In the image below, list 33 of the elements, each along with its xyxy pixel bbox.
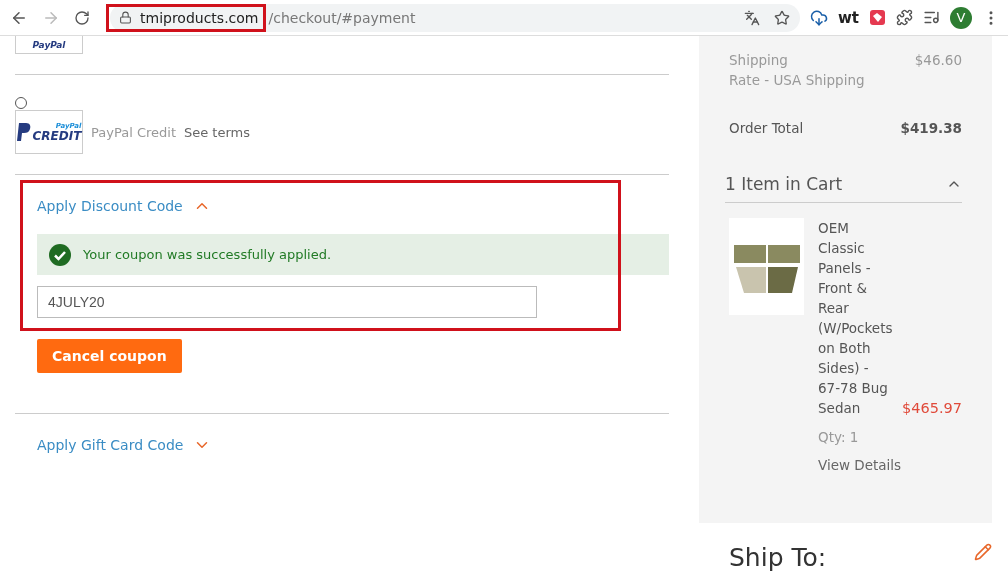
check-circle-icon (49, 243, 71, 266)
lock-icon (119, 11, 132, 24)
paypal-logo: PayPal (15, 36, 83, 54)
summary-label: Shipping (729, 51, 789, 70)
summary-value: $46.60 (914, 51, 962, 70)
reload-icon (74, 9, 90, 26)
gift-card-toggle[interactable]: Apply Gift Card Code (37, 436, 212, 454)
message-text: Your coupon was successfully applied. (83, 247, 332, 262)
summary-value: $419.38 (900, 119, 962, 138)
quantity-text: Qty: 1 (818, 429, 860, 445)
cloud-download-icon[interactable] (809, 8, 828, 27)
view-details-link[interactable]: View Details (818, 457, 962, 473)
url-host: tmiproducts.com (140, 9, 259, 26)
translate-icon[interactable] (743, 9, 760, 26)
cart-toggle[interactable]: 1 Item in Cart (725, 174, 962, 203)
extension-label[interactable]: wt (837, 8, 859, 27)
discount-code-field[interactable]: 4JULY20 (37, 286, 537, 318)
ship-to-heading: Ship To: (729, 543, 827, 572)
summary-sublabel: Rate - USA Shipping (729, 71, 865, 90)
puzzle-icon[interactable] (896, 9, 913, 26)
product-name: OEM Classic Panels - Front & Rear (W/Pockets on Both Sides) - 67-78 Bug Sedan (818, 219, 894, 418)
pencil-icon[interactable] (974, 543, 992, 561)
payment-method-label: PayPal Credit (91, 124, 176, 140)
product-price: $465.97 (902, 399, 962, 418)
playlist-icon[interactable] (923, 9, 940, 26)
profile-avatar[interactable]: V (950, 6, 972, 29)
url-path: /checkout/#payment (268, 9, 416, 26)
radio-button[interactable] (15, 97, 27, 109)
star-icon[interactable] (773, 9, 790, 26)
see-terms-link[interactable]: See terms (184, 124, 250, 140)
discount-toggle[interactable]: Apply Discount Code (37, 197, 211, 215)
summary-label: Order Total (729, 119, 804, 138)
extension-icon[interactable] (869, 9, 886, 26)
